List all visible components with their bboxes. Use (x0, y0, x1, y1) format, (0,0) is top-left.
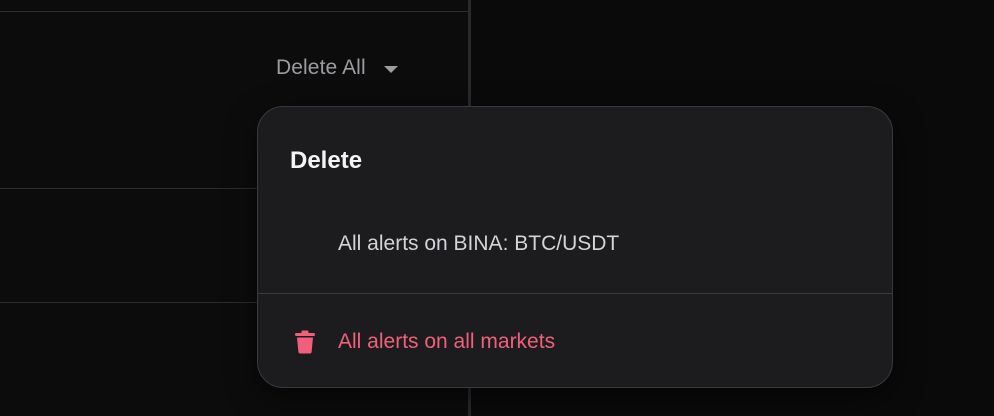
delete-all-label: Delete All (276, 56, 366, 79)
app-screen: Delete All Delete All alerts on BINA: BT… (0, 0, 994, 416)
delete-all-markets-item[interactable]: All alerts on all markets (258, 319, 892, 365)
delete-dropdown-menu: Delete All alerts on BINA: BTC/USDT All … (257, 106, 893, 388)
row-divider (0, 11, 469, 12)
trash-icon (295, 330, 315, 354)
menu-separator (258, 293, 892, 294)
delete-symbol-alerts-item[interactable]: All alerts on BINA: BTC/USDT (258, 219, 892, 269)
menu-item-label: All alerts on BINA: BTC/USDT (338, 232, 620, 255)
menu-title: Delete (290, 147, 363, 174)
menu-item-label: All alerts on all markets (338, 330, 556, 353)
delete-all-button[interactable]: Delete All (266, 50, 408, 86)
chevron-down-icon (383, 65, 398, 73)
